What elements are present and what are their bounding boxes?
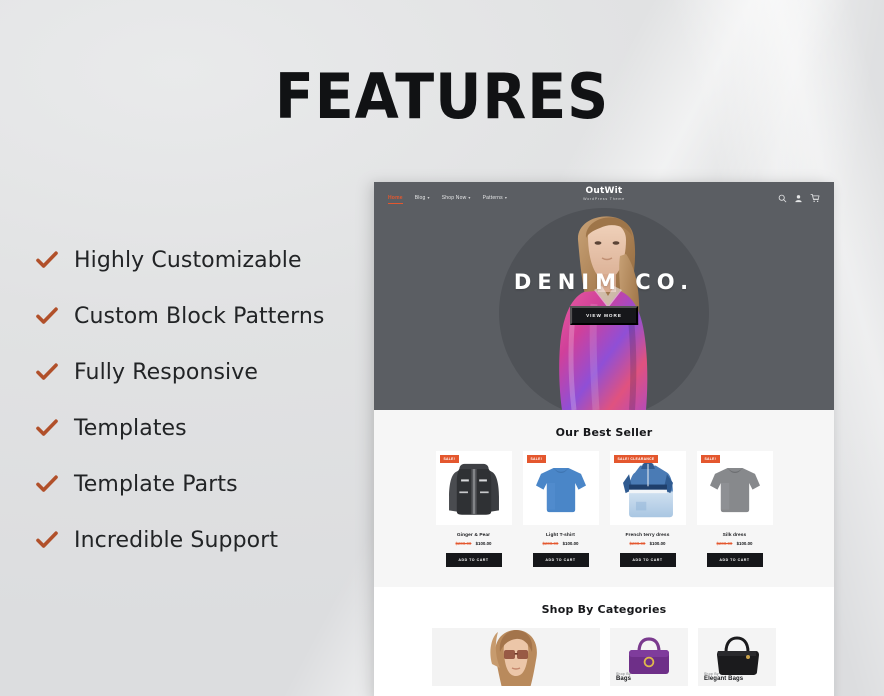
product-image: SALE! CLEARANCE: [609, 451, 686, 525]
price-old: $200.00: [629, 541, 646, 546]
status-badge: SALE!: [439, 455, 460, 463]
check-icon: [34, 359, 60, 385]
website-mockup-preview: Home Blog ▾ Shop Now ▾ Patterns ▾ OutWit: [374, 182, 834, 696]
nav-active-underline: [388, 203, 403, 204]
product-card[interactable]: SALE! CLEARANCE French terry dress $200.…: [609, 451, 686, 567]
check-icon: [34, 471, 60, 497]
product-image: SALE!: [522, 451, 599, 525]
product-price: $200.00 $100.00: [436, 541, 512, 546]
price-new: $100.00: [736, 541, 753, 546]
nav-item-label: Shop Now: [441, 195, 467, 201]
product-price: $200.00 $100.00: [610, 541, 686, 546]
nav-item-shop-now[interactable]: Shop Now ▾: [442, 195, 471, 201]
section-title: Shop By Categories: [541, 603, 667, 616]
best-seller-section: Our Best Seller SALE! Ginger & Pear $200…: [374, 410, 834, 587]
add-to-cart-button[interactable]: ADD TO CART: [619, 553, 676, 567]
cart-icon[interactable]: [810, 193, 820, 203]
product-name: Ginger & Pear: [456, 533, 491, 538]
product-card[interactable]: SALE! Silk dress $200.00 $100.00 ADD TO …: [696, 451, 773, 567]
price-new: $100.00: [475, 541, 492, 546]
nav-item-label: Blog: [414, 195, 426, 201]
category-name: Bags: [616, 676, 632, 682]
brand-name: OutWit: [585, 186, 623, 196]
check-icon: [34, 303, 60, 329]
category-label: Shop By Elegant Bags: [704, 672, 743, 682]
chevron-down-icon: ▾: [427, 195, 430, 200]
nav-item-label: Home: [388, 195, 403, 201]
product-card[interactable]: SALE! Light T-shirt $200.00 $100.00 ADD …: [522, 451, 599, 567]
search-icon[interactable]: [778, 194, 787, 203]
add-to-cart-button[interactable]: ADD TO CART: [706, 553, 763, 567]
product-card[interactable]: SALE! Ginger & Pear $200.00 $100.00 ADD …: [435, 451, 512, 567]
category-label: Shop By Bags: [616, 672, 631, 682]
feature-label: Template Parts: [74, 471, 238, 497]
price-old: $200.00: [542, 541, 559, 546]
hero-model-photo: [559, 216, 648, 410]
category-card-elegant-bags[interactable]: Shop By Elegant Bags: [698, 628, 776, 686]
list-item: Incredible Support: [34, 512, 364, 568]
list-item: Custom Block Patterns: [34, 288, 364, 344]
feature-label: Templates: [74, 415, 187, 441]
black-grey-jacket-illustration: [448, 463, 499, 515]
check-icon: [34, 415, 60, 441]
product-name: Silk dress: [722, 533, 747, 538]
status-badge: SALE! CLEARANCE: [613, 455, 659, 463]
chevron-down-icon: ▾: [468, 195, 471, 200]
feature-label: Custom Block Patterns: [74, 303, 325, 329]
price-new: $100.00: [649, 541, 666, 546]
page-title: FEATURES: [274, 60, 610, 133]
product-image: SALE!: [696, 451, 773, 525]
category-grid: Shop By Bags Shop By Elegant Bags: [374, 628, 834, 686]
account-icon[interactable]: [794, 194, 803, 203]
shop-by-categories-section: Shop By Categories Shop By Bags Shop By …: [374, 587, 834, 696]
nav-menu: Home Blog ▾ Shop Now ▾ Patterns ▾: [388, 195, 507, 204]
price-new: $100.00: [562, 541, 579, 546]
product-price: $200.00 $100.00: [697, 541, 773, 546]
blue-tshirt-illustration: [535, 468, 586, 513]
view-more-button[interactable]: VIEW MORE: [570, 306, 638, 325]
feature-label: Highly Customizable: [74, 247, 302, 273]
status-badge: SALE!: [700, 455, 721, 463]
price-old: $200.00: [716, 541, 733, 546]
brand-tagline: WordPress Theme: [583, 197, 625, 202]
feature-label: Incredible Support: [74, 527, 279, 553]
add-to-cart-button[interactable]: ADD TO CART: [445, 553, 502, 567]
blue-anorak-jacket-illustration: [622, 462, 673, 518]
product-name: Light T-shirt: [545, 533, 575, 538]
nav-actions: [778, 193, 820, 203]
nav-item-blog[interactable]: Blog ▾: [415, 195, 430, 201]
check-icon: [34, 247, 60, 273]
grey-tshirt-illustration: [709, 468, 760, 513]
status-badge: SALE!: [526, 455, 547, 463]
add-to-cart-button[interactable]: ADD TO CART: [532, 553, 589, 567]
category-name: Elegant Bags: [704, 676, 744, 682]
hero-section: Home Blog ▾ Shop Now ▾ Patterns ▾ OutWit: [374, 182, 834, 410]
category-card-woman[interactable]: [432, 628, 600, 686]
hero-headline: DENIM CO.: [513, 270, 695, 294]
nav-item-label: Patterns: [482, 195, 503, 201]
list-item: Highly Customizable: [34, 232, 364, 288]
price-old: $200.00: [455, 541, 472, 546]
list-item: Templates: [34, 400, 364, 456]
check-icon: [34, 527, 60, 553]
product-image: SALE!: [435, 451, 512, 525]
section-title: Our Best Seller: [555, 426, 653, 439]
list-item: Template Parts: [34, 456, 364, 512]
feature-label: Fully Responsive: [74, 359, 259, 385]
nav-item-home[interactable]: Home: [388, 195, 403, 204]
category-card-bags[interactable]: Shop By Bags: [610, 628, 688, 686]
feature-list: Highly Customizable Custom Block Pattern…: [34, 232, 364, 568]
list-item: Fully Responsive: [34, 344, 364, 400]
product-name: French terry dress: [625, 533, 670, 538]
nav-item-patterns[interactable]: Patterns ▾: [483, 195, 507, 201]
product-grid: SALE! Ginger & Pear $200.00 $100.00 ADD …: [374, 451, 834, 567]
site-navbar: Home Blog ▾ Shop Now ▾ Patterns ▾ OutWit: [374, 182, 834, 214]
site-logo[interactable]: OutWit WordPress Theme: [583, 186, 625, 202]
purple-handbag-illustration: [629, 637, 669, 674]
woman-sunglasses-photo: [432, 628, 600, 686]
product-price: $200.00 $100.00: [523, 541, 599, 546]
chevron-down-icon: ▾: [504, 195, 508, 200]
black-handbag-illustration: [717, 636, 759, 675]
